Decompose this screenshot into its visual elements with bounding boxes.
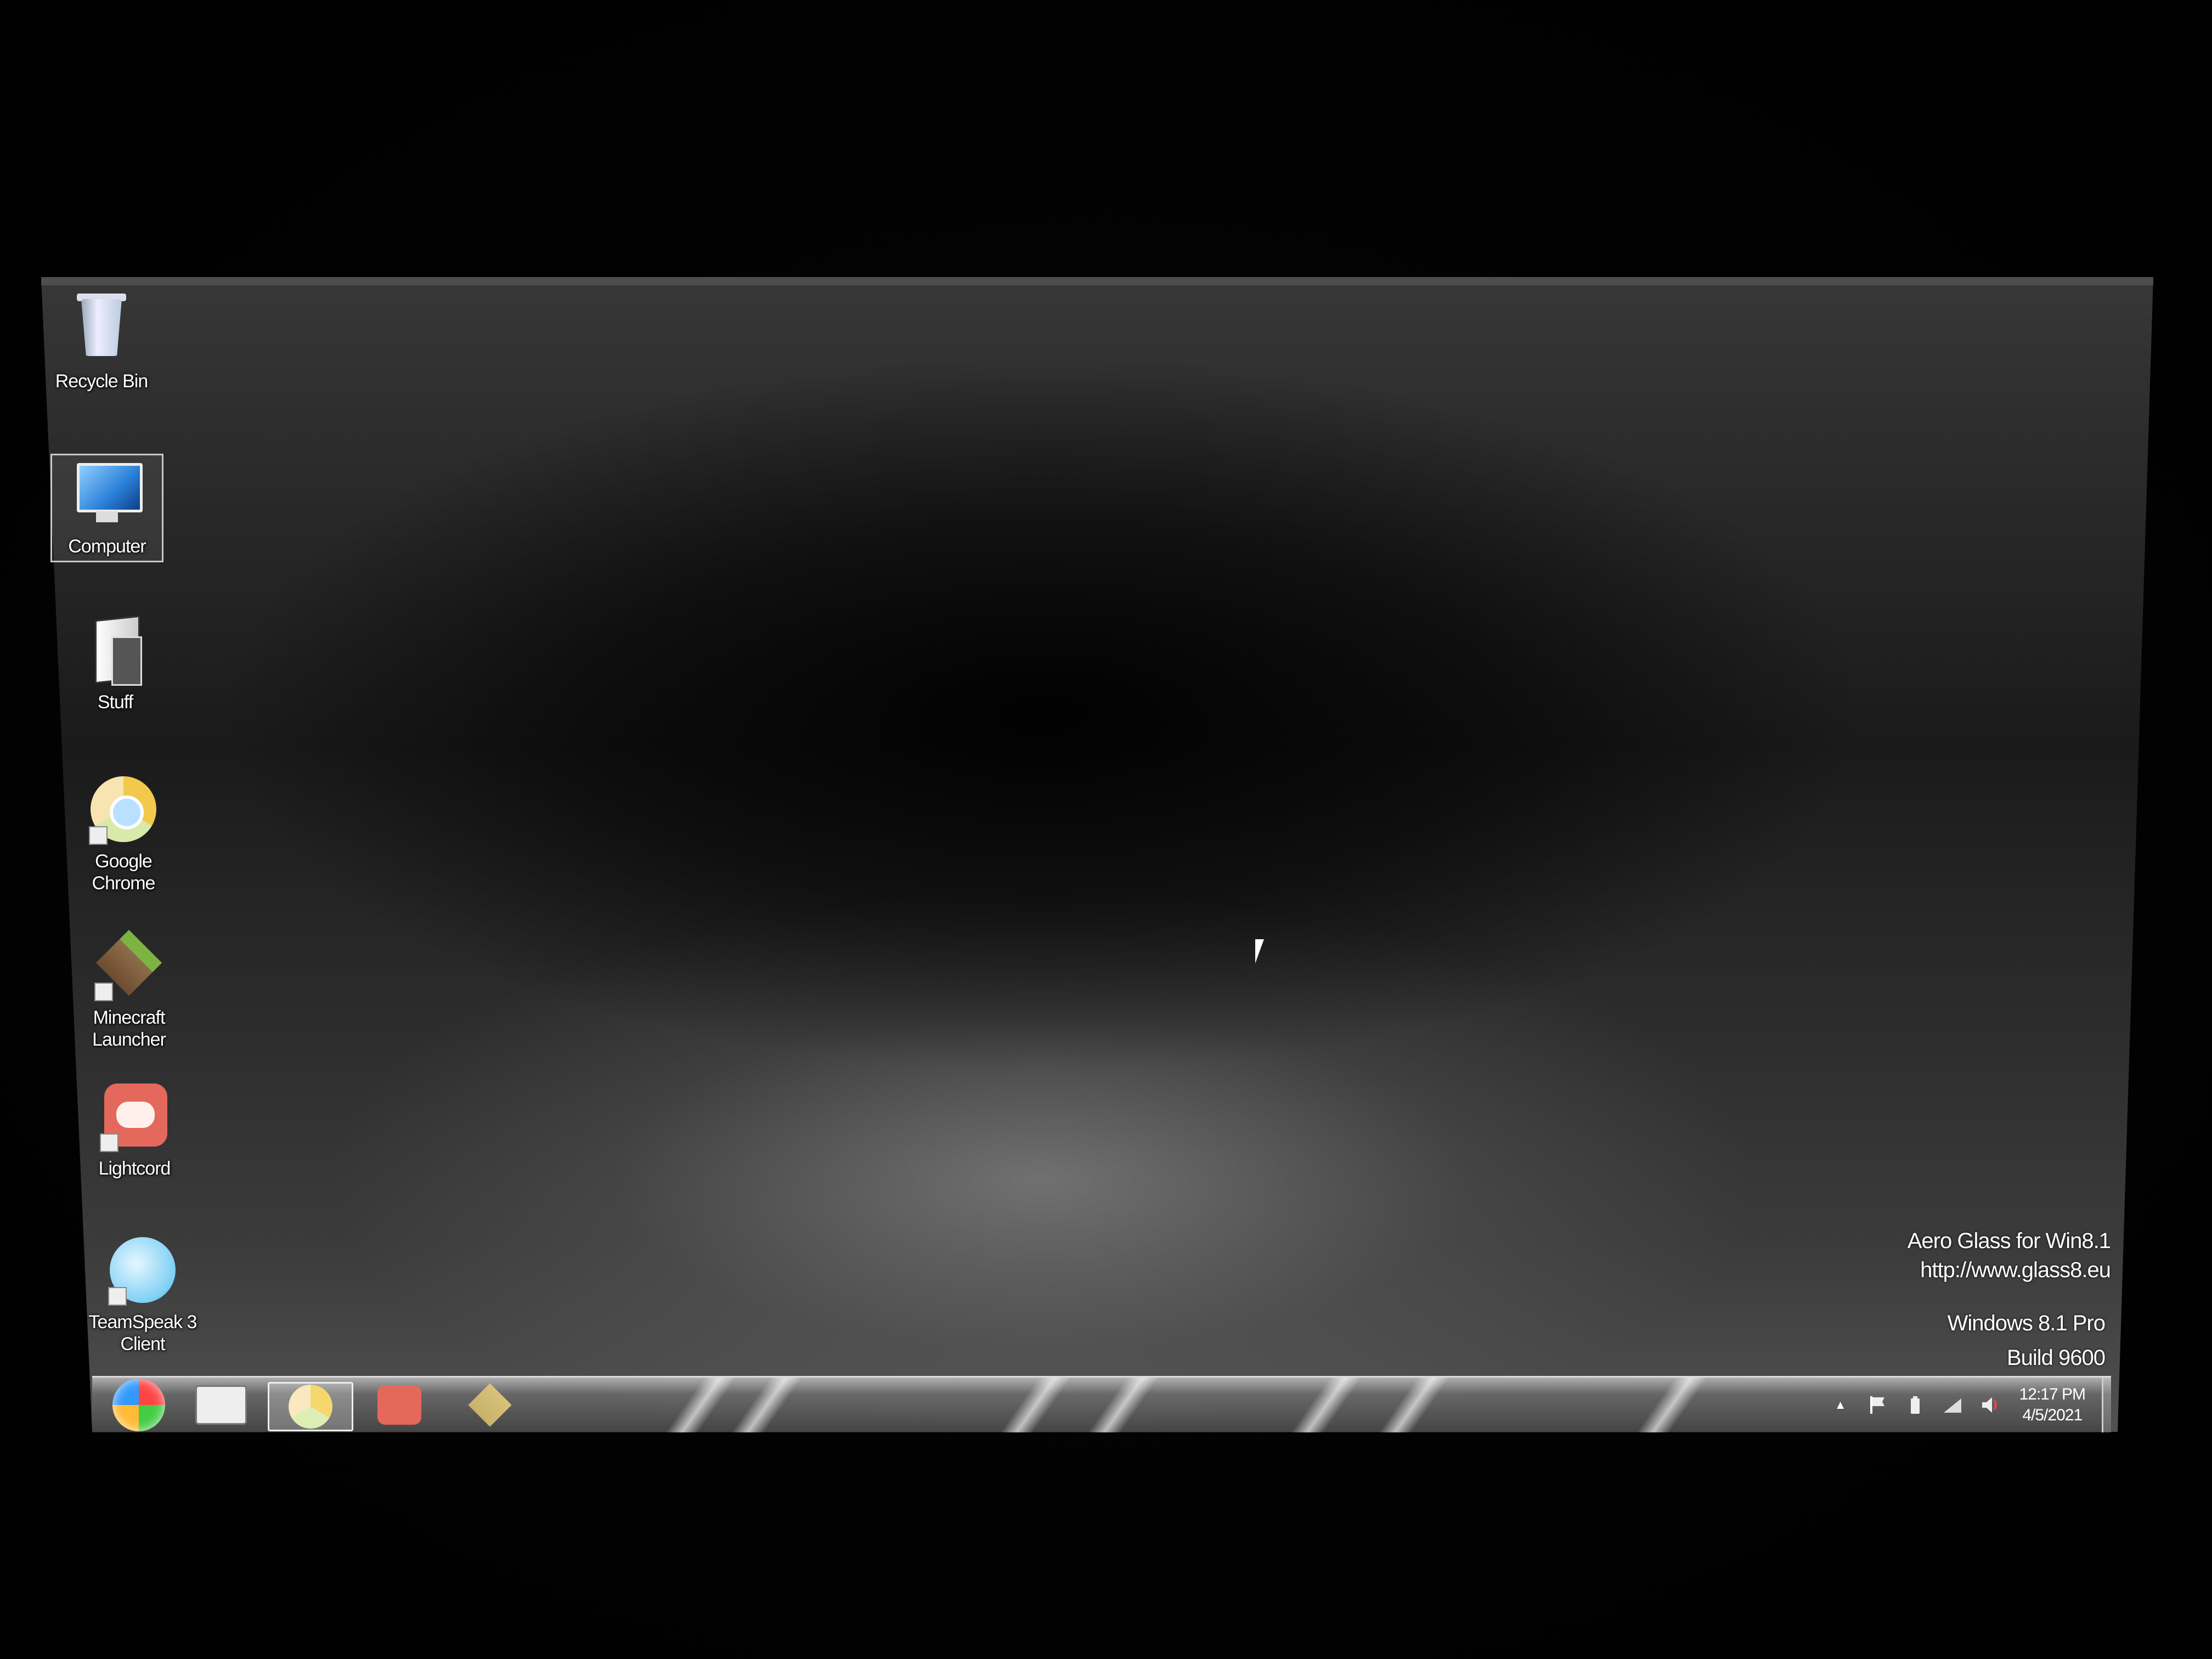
discord-icon bbox=[99, 1081, 170, 1152]
icon-label-line: Minecraft bbox=[93, 1007, 166, 1028]
taskbar[interactable]: ▲ 12:17 PM 4/5/2021 bbox=[92, 1376, 2111, 1432]
windows-version-watermark: Windows 8.1 Pro Build 9600 bbox=[1947, 1311, 2106, 1370]
icon-label-line: Launcher bbox=[92, 1029, 166, 1050]
mouse-cursor-icon bbox=[1255, 939, 1273, 963]
battery-icon[interactable] bbox=[1904, 1394, 1926, 1416]
clock-time: 12:17 PM bbox=[2019, 1385, 2086, 1403]
glass-streak bbox=[1087, 1378, 1160, 1432]
icon-label-line: Google bbox=[95, 851, 153, 872]
start-button[interactable] bbox=[98, 1379, 180, 1431]
glass-streak bbox=[1000, 1378, 1072, 1432]
computer-icon bbox=[71, 459, 143, 530]
folder-shortcut-icon bbox=[80, 614, 151, 686]
watermark-line: http://www.glass8.eu bbox=[1920, 1258, 2111, 1282]
icon-label: Computer bbox=[68, 536, 146, 557]
photo-background: Recycle Bin Computer Stuff Google Chrome… bbox=[0, 0, 2212, 1659]
glass-streak bbox=[665, 1378, 737, 1432]
icon-label: TeamSpeak 3 Client bbox=[82, 1311, 203, 1355]
glass-streak bbox=[1378, 1378, 1451, 1432]
desktop-icon-recycle-bin[interactable]: Recycle Bin bbox=[41, 294, 162, 392]
taskbar-google-chrome[interactable] bbox=[268, 1382, 353, 1431]
glass-streak bbox=[1290, 1378, 1363, 1432]
icon-label: Recycle Bin bbox=[55, 371, 149, 392]
show-desktop-button[interactable] bbox=[2102, 1378, 2111, 1432]
icon-label-line: TeamSpeak 3 bbox=[88, 1312, 198, 1333]
minecraft-icon bbox=[93, 929, 165, 1001]
network-icon[interactable] bbox=[1942, 1394, 1963, 1416]
discord-icon bbox=[377, 1385, 421, 1425]
watermark-line: Aero Glass for Win8.1 bbox=[1907, 1229, 2111, 1253]
chrome-icon bbox=[88, 774, 159, 845]
watermark-line: Windows 8.1 Pro bbox=[1947, 1311, 2106, 1335]
watermark-line: Build 9600 bbox=[2006, 1346, 2106, 1370]
windows-orb-icon bbox=[112, 1379, 165, 1431]
flag-icon[interactable] bbox=[1867, 1394, 1889, 1416]
desktop-icon-google-chrome[interactable]: Google Chrome bbox=[63, 774, 184, 894]
teamspeak-icon bbox=[107, 1234, 178, 1306]
system-tray: ▲ 12:17 PM 4/5/2021 bbox=[1822, 1378, 2111, 1432]
aero-glass-watermark: Aero Glass for Win8.1 http://www.glass8.… bbox=[1908, 1229, 2111, 1283]
clock-date: 4/5/2021 bbox=[2022, 1406, 2083, 1424]
recycle-bin-icon bbox=[66, 294, 137, 365]
glass-streak bbox=[1636, 1378, 1708, 1432]
taskbar-lightcord[interactable] bbox=[358, 1382, 441, 1428]
taskbar-minecraft-launcher[interactable] bbox=[449, 1382, 531, 1428]
glass-streak bbox=[731, 1378, 803, 1432]
desktop-icon-stuff[interactable]: Stuff bbox=[55, 614, 176, 713]
icon-label-line: Client bbox=[120, 1334, 166, 1355]
icon-label: Stuff bbox=[97, 692, 133, 713]
icon-label: Google Chrome bbox=[63, 850, 184, 894]
taskbar-file-explorer[interactable] bbox=[180, 1382, 262, 1428]
desktop-icon-teamspeak[interactable]: TeamSpeak 3 Client bbox=[82, 1234, 203, 1355]
icon-label: Minecraft Launcher bbox=[69, 1007, 189, 1051]
desktop-icon-computer[interactable]: Computer bbox=[50, 454, 163, 562]
icon-label: Lightcord bbox=[98, 1158, 171, 1179]
show-hidden-icons-chevron-icon[interactable]: ▲ bbox=[1830, 1394, 1852, 1416]
icon-label-line: Chrome bbox=[92, 873, 156, 894]
desktop-icon-lightcord[interactable]: Lightcord bbox=[74, 1081, 195, 1180]
minecraft-icon bbox=[468, 1383, 512, 1427]
volume-icon[interactable] bbox=[1979, 1394, 2001, 1416]
folder-icon bbox=[195, 1385, 247, 1425]
chrome-icon bbox=[289, 1385, 332, 1429]
desktop-icon-minecraft-launcher[interactable]: Minecraft Launcher bbox=[69, 929, 189, 1051]
taskbar-clock[interactable]: 12:17 PM 4/5/2021 bbox=[2019, 1384, 2086, 1426]
